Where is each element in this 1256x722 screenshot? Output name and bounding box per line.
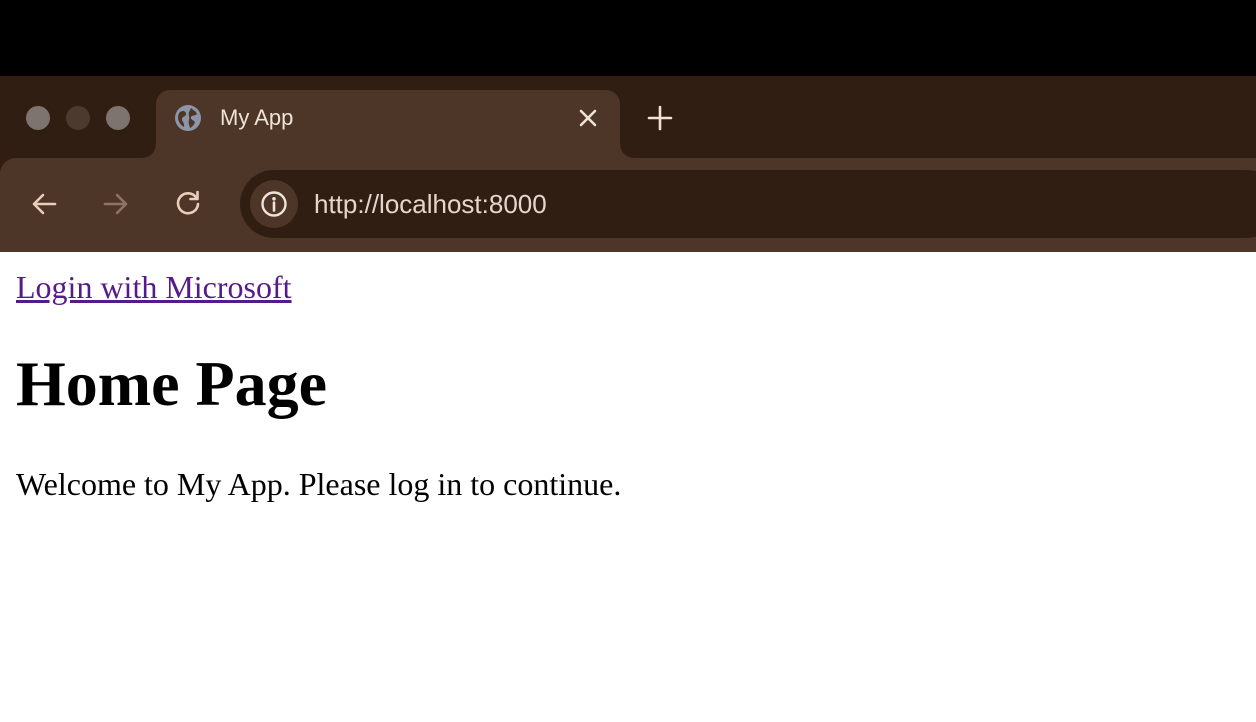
window-minimize-button[interactable] (66, 106, 90, 130)
plus-icon[interactable] (646, 104, 674, 132)
window-close-button[interactable] (26, 106, 50, 130)
tab-corner-left (142, 144, 156, 158)
login-with-microsoft-link[interactable]: Login with Microsoft (16, 266, 292, 308)
info-icon[interactable] (250, 180, 298, 228)
globe-icon (174, 104, 202, 132)
reload-icon[interactable] (172, 188, 204, 220)
screen-top-bar (0, 0, 1256, 76)
welcome-message: Welcome to My App. Please log in to cont… (16, 466, 622, 502)
url-text[interactable]: http://localhost:8000 (314, 188, 547, 220)
window-zoom-button[interactable] (106, 106, 130, 130)
arrow-right-icon[interactable] (100, 188, 132, 220)
tab-corner-right (620, 144, 634, 158)
close-icon[interactable] (576, 106, 600, 130)
arrow-left-icon[interactable] (28, 188, 60, 220)
toolbar-corner (0, 158, 16, 174)
page-title: Home Page (16, 348, 327, 419)
tab-title: My App (220, 105, 294, 130)
